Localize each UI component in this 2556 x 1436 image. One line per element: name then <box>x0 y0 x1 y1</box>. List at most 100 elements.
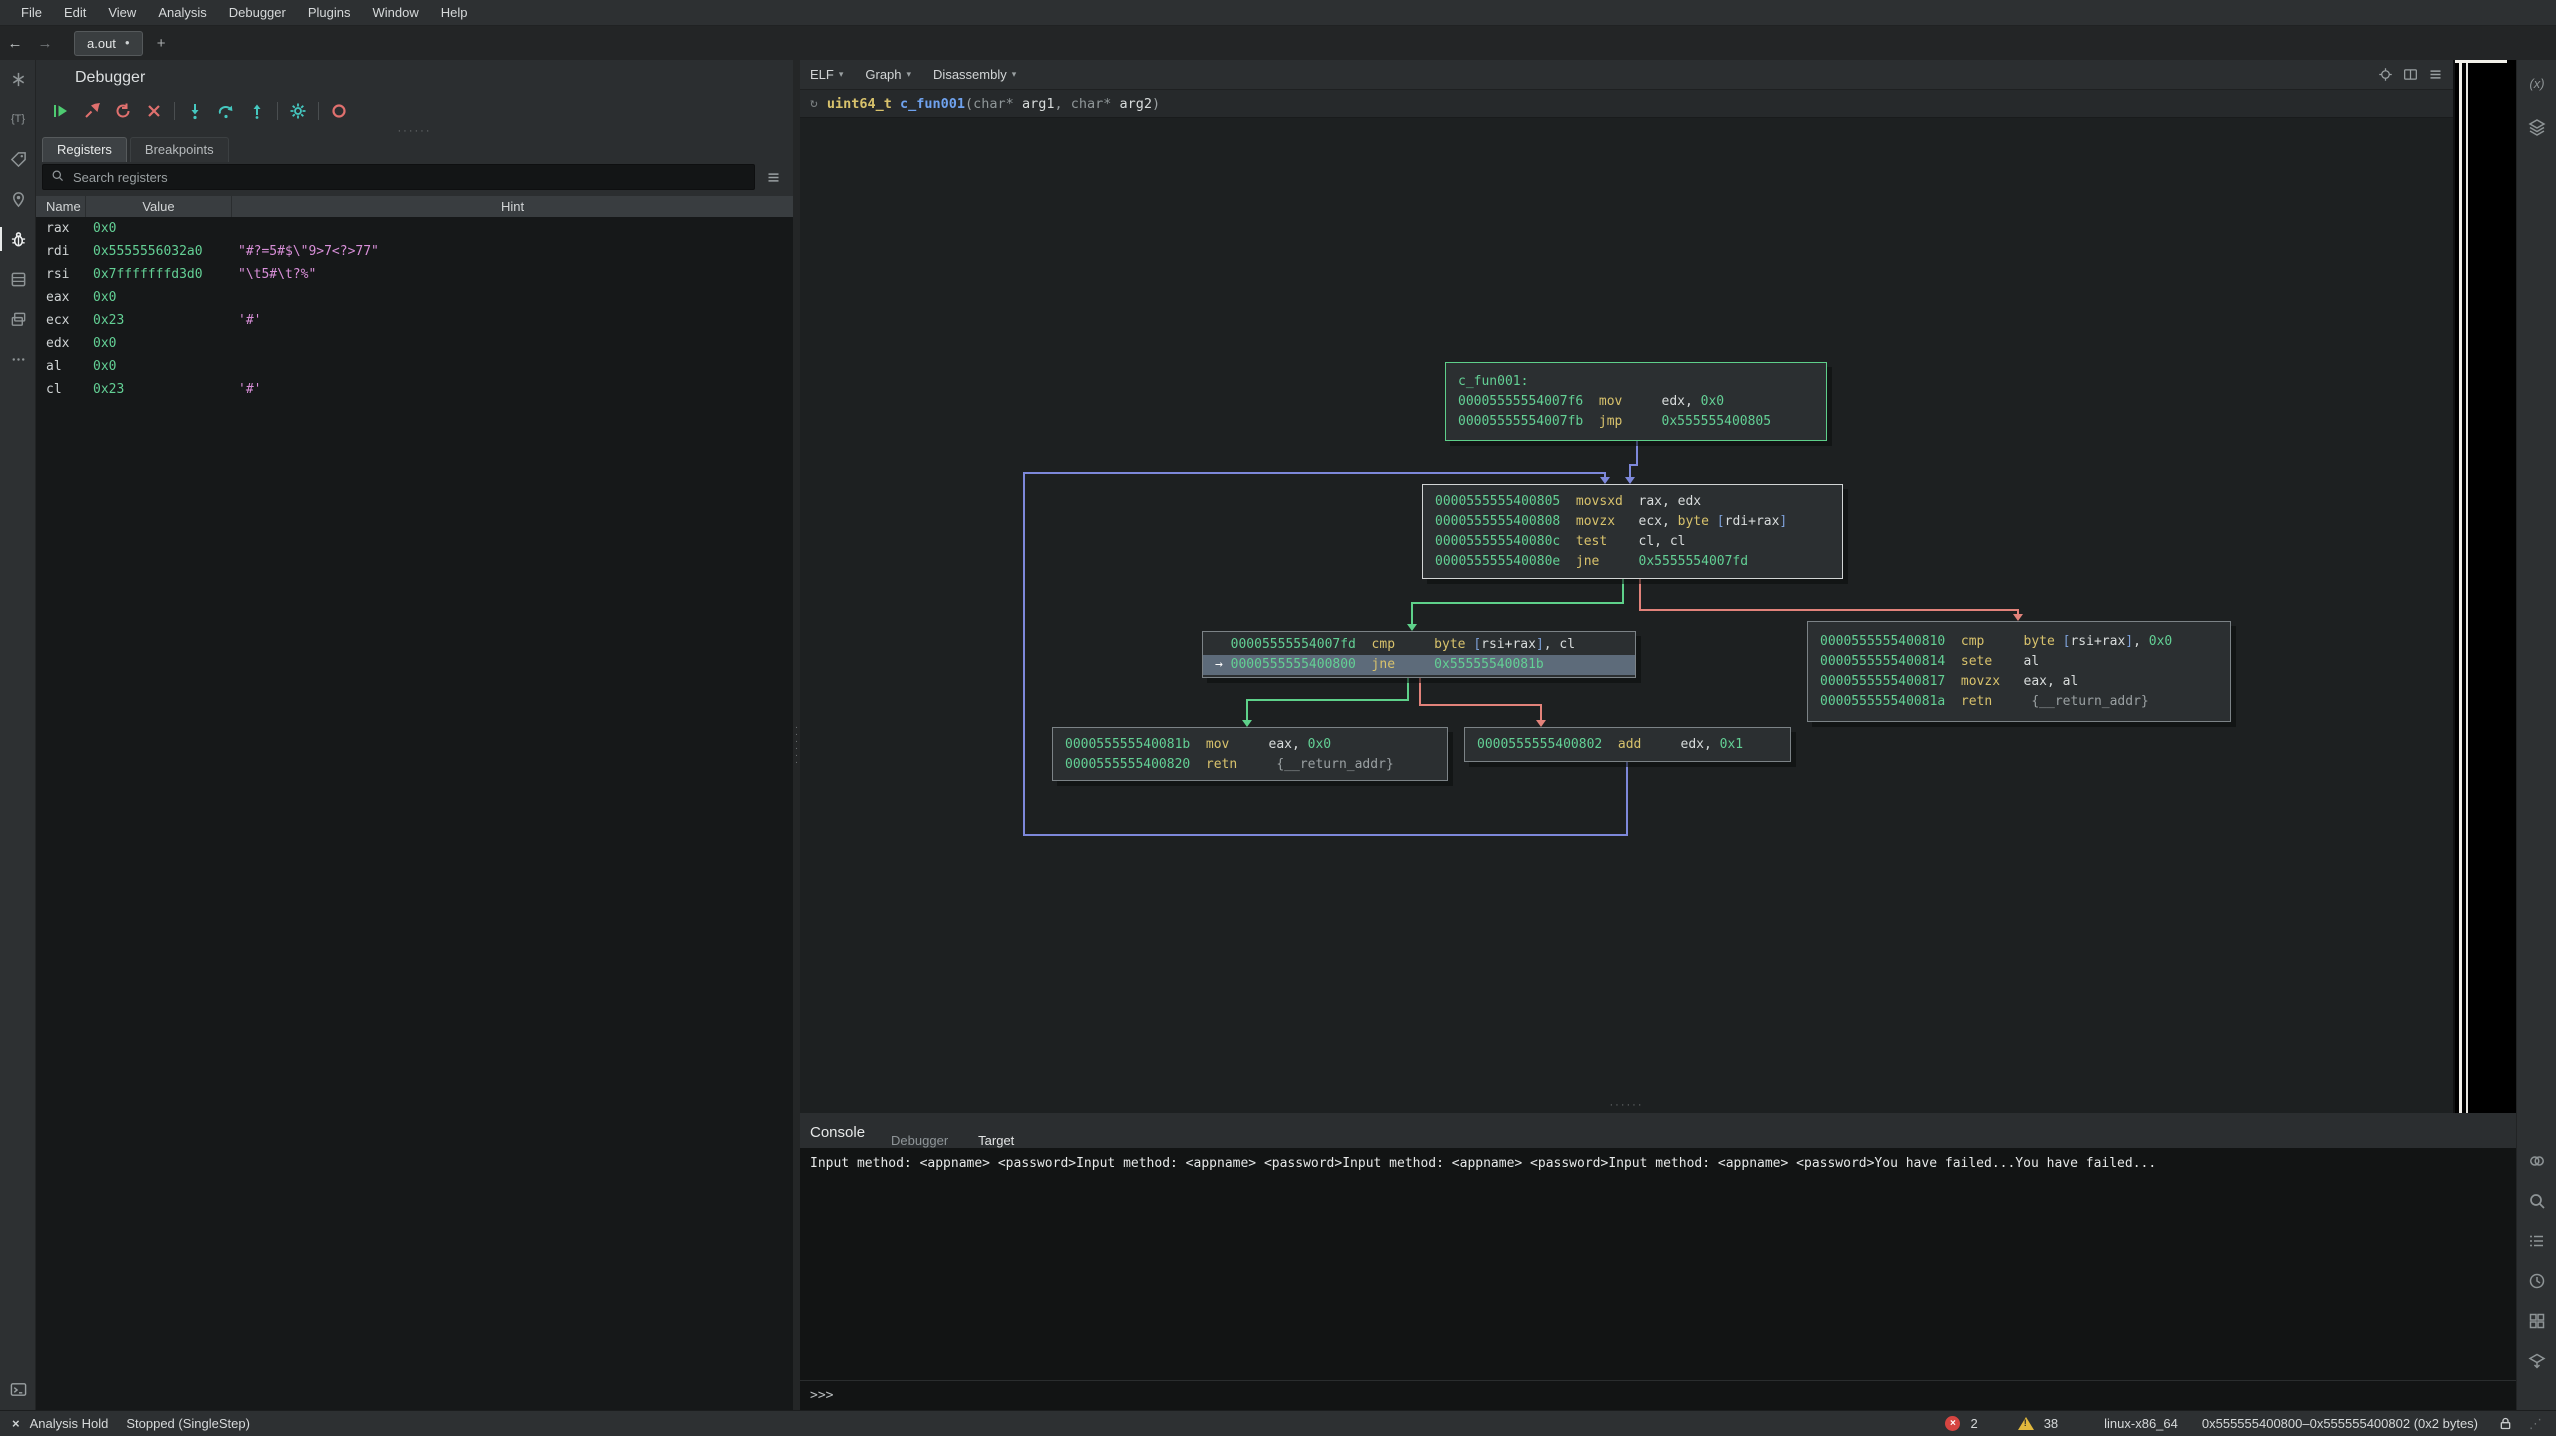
search-icon[interactable] <box>2517 1184 2556 1218</box>
menu-view[interactable]: View <box>97 0 147 26</box>
types-icon[interactable]: {T} <box>0 104 36 134</box>
register-row-cl[interactable]: cl0x23'#' <box>36 378 793 401</box>
resize-grip[interactable]: ⋰ <box>2529 1416 2542 1432</box>
function-signature[interactable]: uint64_t c_fun001(char* arg1, char* arg2… <box>827 96 1160 112</box>
menu-file[interactable]: File <box>10 0 53 26</box>
breakpoint-button[interactable] <box>326 98 352 124</box>
step-over-button[interactable] <box>213 98 239 124</box>
memory-map-icon[interactable] <box>0 184 36 214</box>
document-tab[interactable]: a.out ● <box>74 31 143 56</box>
kill-button[interactable] <box>141 98 167 124</box>
terminal-icon[interactable] <box>0 1374 36 1404</box>
error-icon[interactable]: × <box>1945 1416 1960 1431</box>
console-output[interactable]: Input method: <appname> <password>Input … <box>800 1148 2516 1380</box>
column-header-name[interactable]: Name <box>36 196 86 217</box>
asm-line[interactable]: 0000555555400814 sete al <box>1808 652 2230 672</box>
history-icon[interactable] <box>2517 1264 2556 1298</box>
asm-line[interactable]: 0000555555400820 retn {__return_addr} <box>1053 755 1447 775</box>
debugger-icon[interactable] <box>0 224 36 254</box>
register-row-rax[interactable]: rax0x0 <box>36 217 793 240</box>
xrefs-icon[interactable] <box>0 64 36 94</box>
tab-breakpoints[interactable]: Breakpoints <box>130 137 229 162</box>
tab-registers[interactable]: Registers <box>42 137 127 162</box>
menu-window[interactable]: Window <box>361 0 429 26</box>
menu-edit[interactable]: Edit <box>53 0 97 26</box>
log-icon[interactable] <box>2517 1224 2556 1258</box>
asm-line[interactable]: 0000555555400808 movzx ecx, byte [rdi+ra… <box>1423 512 1842 532</box>
register-row-eax[interactable]: eax0x0 <box>36 286 793 309</box>
graph-canvas[interactable]: ······ c_fun001:00005555554007f6 mov edx… <box>800 118 2453 1113</box>
back-button[interactable]: ← <box>0 35 30 52</box>
platform-label[interactable]: linux-x86_64 <box>2104 1416 2178 1431</box>
register-row-ecx[interactable]: ecx0x23'#' <box>36 309 793 332</box>
block-return-zero[interactable]: 000055555540081b mov eax, 0x000005555554… <box>1052 727 1448 781</box>
asm-line[interactable]: 0000555555400802 add edx, 0x1 <box>1465 735 1790 755</box>
graph-menu-disassembly[interactable]: Disassembly▾ <box>933 67 1016 82</box>
block-return-check[interactable]: 0000555555400810 cmp byte [rsi+rax], 0x0… <box>1807 621 2231 722</box>
feature-map[interactable] <box>2453 60 2516 1113</box>
error-count[interactable]: 2 <box>1970 1416 1977 1431</box>
warning-count[interactable]: 38 <box>2044 1416 2058 1431</box>
step-into-button[interactable] <box>182 98 208 124</box>
menu-analysis[interactable]: Analysis <box>147 0 217 26</box>
restart-button[interactable] <box>110 98 136 124</box>
variables-icon[interactable]: (x) <box>2517 66 2556 100</box>
console-tab-target[interactable]: Target <box>978 1133 1014 1148</box>
menu-debugger[interactable]: Debugger <box>218 0 297 26</box>
block-entry[interactable]: c_fun001:00005555554007f6 mov edx, 0x000… <box>1445 362 1827 441</box>
new-tab-button[interactable]: + <box>157 35 166 52</box>
register-row-edx[interactable]: edx0x0 <box>36 332 793 355</box>
type-archive-icon[interactable] <box>2517 1344 2556 1378</box>
asm-line[interactable]: 000055555540081b mov eax, 0x0 <box>1053 735 1447 755</box>
asm-line[interactable]: 000055555540080c test cl, cl <box>1423 532 1842 552</box>
forward-button[interactable]: → <box>30 35 60 52</box>
stack-view-icon[interactable] <box>0 264 36 294</box>
warning-icon[interactable] <box>2018 1417 2034 1430</box>
windows-icon[interactable] <box>0 304 36 334</box>
asm-line[interactable]: 000055555540081a retn {__return_addr} <box>1808 692 2230 712</box>
attach-button[interactable] <box>79 98 105 124</box>
menu-plugins[interactable]: Plugins <box>297 0 362 26</box>
splitter-handle[interactable]: ······ <box>794 724 799 766</box>
console-tab-debugger[interactable]: Debugger <box>891 1133 948 1148</box>
analysis-close-icon[interactable]: × <box>12 1416 20 1431</box>
tags-icon[interactable] <box>0 144 36 174</box>
search-input[interactable] <box>71 169 746 186</box>
more-icon[interactable] <box>0 344 36 374</box>
menu-help[interactable]: Help <box>430 0 479 26</box>
register-options-button[interactable] <box>761 165 785 189</box>
asm-line[interactable]: 0000555555400805 movsxd rax, edx <box>1423 492 1842 512</box>
block-loop-head[interactable]: 0000555555400805 movsxd rax, edx00005555… <box>1422 484 1843 579</box>
block-compare[interactable]: 00005555554007fd cmp byte [rsi+rax], cl→… <box>1202 631 1636 678</box>
sync-target-icon[interactable] <box>2378 67 2393 82</box>
asm-line[interactable]: 0000555555400817 movzx eax, al <box>1808 672 2230 692</box>
asm-line[interactable]: 00005555554007f6 mov edx, 0x0 <box>1446 392 1826 412</box>
asm-line[interactable]: 00005555554007fb jmp 0x555555400805 <box>1446 412 1826 432</box>
current-instruction-line[interactable]: → 0000555555400800 jne 0x55555540081b <box>1203 655 1635 675</box>
resume-button[interactable] <box>48 98 74 124</box>
analysis-hold-label[interactable]: Analysis Hold <box>30 1416 109 1431</box>
view-menu-icon[interactable] <box>2428 67 2443 82</box>
register-row-rsi[interactable]: rsi0x7fffffffd3d0"\t5#\t?%" <box>36 263 793 286</box>
graph-menu-graph[interactable]: Graph▾ <box>865 67 911 82</box>
panel-collapse-handle[interactable]: ······ <box>36 126 793 136</box>
asm-line[interactable]: 0000555555400810 cmp byte [rsi+rax], 0x0 <box>1808 632 2230 652</box>
stack-layers-icon[interactable] <box>2517 110 2556 144</box>
register-row-rdi[interactable]: rdi0x5555556032a0"#?=5#$\"9>7<?>77" <box>36 240 793 263</box>
split-view-icon[interactable] <box>2403 67 2418 82</box>
register-row-al[interactable]: al0x0 <box>36 355 793 378</box>
asm-line[interactable]: 000055555540080e jne 0x5555554007fd <box>1423 552 1842 572</box>
components-icon[interactable] <box>2517 1304 2556 1338</box>
find-results-icon[interactable] <box>2517 1144 2556 1178</box>
step-return-button[interactable] <box>244 98 270 124</box>
block-increment[interactable]: 0000555555400802 add edx, 0x1 <box>1464 727 1791 762</box>
debugger-settings-button[interactable] <box>285 98 311 124</box>
vertical-splitter[interactable]: ······ <box>793 60 800 1410</box>
asm-line[interactable]: c_fun001: <box>1446 372 1826 392</box>
graph-menu-elf[interactable]: ELF▾ <box>810 67 843 82</box>
column-header-value[interactable]: Value <box>86 196 232 217</box>
asm-line[interactable]: 00005555554007fd cmp byte [rsi+rax], cl <box>1203 635 1635 655</box>
console-splitter-handle[interactable]: ······ <box>800 1099 2453 1111</box>
column-header-hint[interactable]: Hint <box>232 196 793 217</box>
lock-icon[interactable] <box>2498 1416 2513 1431</box>
